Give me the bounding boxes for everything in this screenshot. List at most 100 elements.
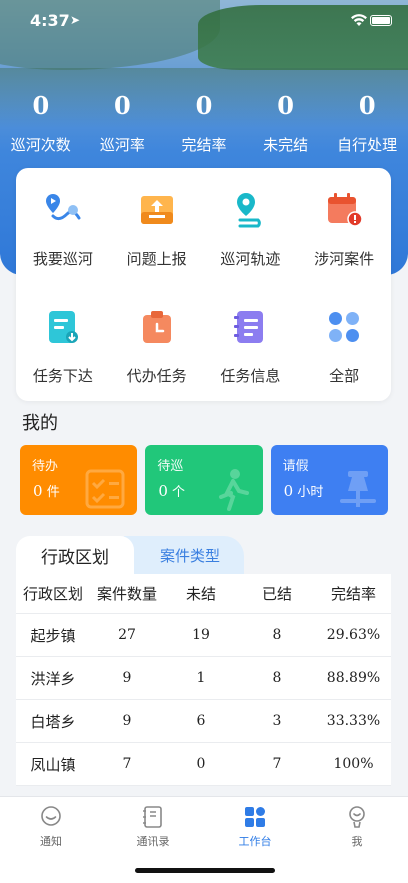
pending-card[interactable]: 待办 0 件 [20,445,138,515]
notebook-icon [234,310,264,343]
region-tabs: 案件类型 行政区划 [16,536,391,574]
tab-label: 工作台 [238,835,272,848]
location-arrow-icon: ➤ [70,13,81,27]
stat-label: 巡河次数 [10,136,71,154]
mine-cards: 待办 0 件 待巡 0 个 请假 0 小时 [20,445,388,515]
grid-item-label: 涉河案件 [314,250,375,268]
stat-label: 巡河率 [99,136,145,154]
grid-item-label: 巡河轨迹 [220,250,281,268]
table-header: 行政区划 [22,585,83,603]
to-patrol-card[interactable]: 待巡 0 个 [145,445,263,515]
status-time: 4:37 [30,11,70,30]
grid-item-task-assign[interactable]: 任务下达 [16,285,110,402]
table-cell: 1 [196,670,206,686]
stat-value: 0 [114,91,131,120]
workbench-grid-icon [245,807,265,827]
grid-item-river-patrol[interactable]: 我要巡河 [16,168,110,285]
calendar-alert-icon [328,193,363,227]
grid-item-label: 全部 [329,366,360,385]
card-value: 0 个 [158,481,185,500]
stat-value: 0 [358,91,376,120]
stats-row: 0 巡河次数 0 巡河率 0 完结率 0 未完结 0 自行处理 [0,92,408,155]
grid-item-todo-task[interactable]: 代办任务 [110,285,204,402]
clipboard-task-icon [142,310,171,343]
smiley-bubble-icon [41,806,61,826]
table-cell: 7 [272,756,282,772]
stat-self-handled[interactable]: 0 自行处理 [326,92,408,155]
wifi-icon [351,14,367,26]
table-cell: 29.63% [326,627,381,643]
table-cell: 8 [272,670,282,686]
stat-patrol-rate[interactable]: 0 巡河率 [82,92,164,155]
stat-uncompleted[interactable]: 0 未完结 [245,92,327,155]
status-bar: 4:37 ➤ [0,10,408,34]
grid-item-label: 任务信息 [220,366,281,385]
checklist-icon [85,469,125,509]
leave-card[interactable]: 请假 0 小时 [270,445,388,515]
address-book-icon [143,806,162,828]
table-cell: 起步镇 [30,626,76,645]
tab-region[interactable]: 行政区划 [16,536,134,574]
table-header: 未结 [185,585,216,603]
stat-patrol-count[interactable]: 0 巡河次数 [0,92,82,155]
table-cell: 19 [192,627,210,643]
tab-case-type[interactable]: 案件类型 [124,536,244,574]
table-header: 案件数量 [96,585,157,603]
region-table: 行政区划 案件数量 未结 已结 完结率 起步镇 27 19 8 29.63% 洪… [16,574,391,786]
grid-item-track[interactable]: 巡河轨迹 [204,168,298,285]
tab-label: 通讯录 [136,835,170,848]
table-header: 已结 [261,585,292,603]
table-cell: 0 [196,756,206,772]
table-row[interactable]: 白塔乡 9 6 3 33.33% [16,700,391,743]
battery-icon [370,15,392,26]
table-row[interactable]: 凤山镇 7 0 7 100% [16,743,391,786]
table-cell: 88.89% [326,670,381,686]
stat-label: 未完结 [263,136,309,154]
stat-label: 完结率 [181,136,227,154]
table-cell: 100% [333,756,374,772]
table-cell: 洪洋乡 [30,669,76,688]
table-cell: 白塔乡 [30,712,76,731]
grid-item-label: 任务下达 [32,366,93,385]
stat-value: 0 [32,91,50,120]
stat-value: 0 [277,91,294,120]
pushpin-icon [339,471,376,507]
all-grid-icon [329,311,360,342]
stat-completion-rate[interactable]: 0 完结率 [163,92,245,155]
grid-item-label: 代办任务 [126,366,187,385]
stat-value: 0 [195,91,213,120]
card-number: 0 [158,482,168,500]
card-unit: 小时 [297,485,324,500]
table-cell: 9 [122,713,132,729]
grid-item-all[interactable]: 全部 [297,285,391,402]
walking-person-icon [218,469,249,511]
table-cell: 凤山镇 [30,755,76,774]
card-value: 0 件 [33,481,60,500]
tab-me[interactable]: 我 [306,797,408,883]
home-indicator[interactable] [135,868,275,873]
tab-notifications[interactable]: 通知 [0,797,102,883]
grid-item-river-cases[interactable]: 涉河案件 [297,168,391,285]
track-location-icon [237,193,262,228]
table-cell: 6 [196,713,206,729]
table-row[interactable]: 起步镇 27 19 8 29.63% [16,614,391,657]
river-patrol-icon [45,194,81,221]
table-cell: 27 [118,627,136,643]
mine-section-title: 我的 [22,413,58,434]
card-unit: 个 [172,485,186,500]
region-stats-section: 案件类型 行政区划 行政区划 案件数量 未结 已结 完结率 起步镇 27 19 … [16,536,391,796]
grid-item-label: 我要巡河 [32,250,93,268]
tab-label: 通知 [40,835,62,848]
card-unit: 件 [46,485,60,500]
table-row[interactable]: 洪洋乡 9 1 8 88.89% [16,657,391,700]
tab-label: 我 [351,835,363,848]
grid-item-task-info[interactable]: 任务信息 [204,285,298,402]
card-number: 0 [33,482,43,500]
grid-item-report[interactable]: 问题上报 [110,168,204,285]
table-cell: 7 [122,756,132,772]
table-cell: 3 [272,713,282,729]
grid-item-label: 问题上报 [126,250,187,268]
table-cell: 33.33% [326,713,381,729]
card-number: 0 [283,482,294,500]
report-upload-icon [140,196,173,224]
